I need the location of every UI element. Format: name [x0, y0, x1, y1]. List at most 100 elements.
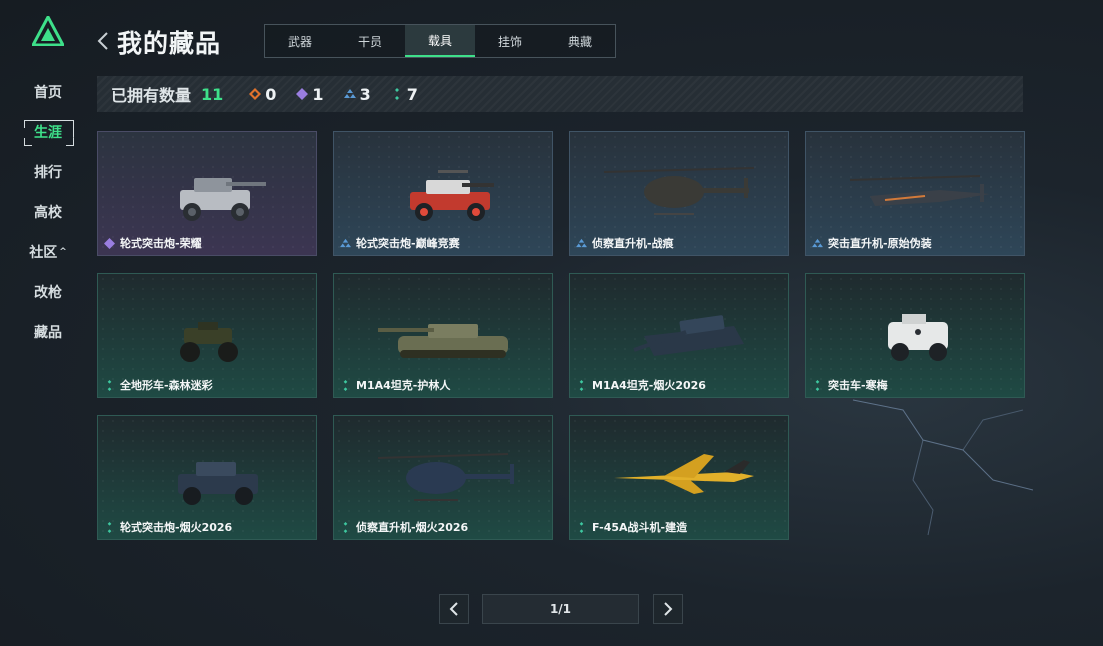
prev-page-button[interactable]	[439, 594, 469, 624]
stat-value: 0	[265, 84, 277, 104]
item-card[interactable]: 轮式突击炮-烟火2026	[97, 415, 317, 540]
attack-helicopter-icon	[849, 175, 990, 206]
scout-helicopter-icon	[377, 453, 514, 501]
app-logo-icon[interactable]	[32, 16, 64, 46]
item-card[interactable]: 突击车-寒梅	[805, 273, 1025, 398]
green-rarity-icon	[815, 379, 820, 391]
item-name-text: 轮式突击炮-烟火2026	[120, 521, 233, 534]
nav-label: 首页	[34, 85, 62, 101]
stat-value: 7	[406, 84, 418, 104]
item-card[interactable]: 轮式突击炮-荣耀	[97, 131, 317, 256]
nav-item-home[interactable]: 首页	[20, 72, 76, 112]
nav-label: 排行	[34, 165, 62, 181]
assault-vehicle-icon	[888, 314, 948, 361]
item-card[interactable]: F-45A战斗机-建造	[569, 415, 789, 540]
wheeled-assault-gun-icon	[178, 462, 258, 505]
green-rarity-icon	[394, 88, 399, 100]
item-name: 全地形车-森林迷彩	[104, 377, 213, 393]
item-name: 突击直升机-原始伪装	[812, 235, 932, 251]
purple-rarity-icon	[296, 88, 309, 100]
owned-count-total: 11	[201, 84, 224, 104]
item-name-text: 突击直升机-原始伪装	[828, 237, 932, 250]
blue-rarity-icon	[812, 238, 823, 247]
page-indicator: 1/1	[482, 594, 639, 624]
blue-rarity-icon	[343, 89, 356, 98]
green-rarity-icon	[579, 379, 584, 391]
item-name-text: M1A4坦克-烟火2026	[592, 379, 706, 392]
nav-item-career[interactable]: 生涯	[20, 112, 76, 152]
owned-count-label: 已拥有数量	[111, 86, 192, 105]
nav-label: 改枪	[34, 285, 62, 301]
tank-icon	[378, 324, 508, 358]
item-name-text: 轮式突击炮-荣耀	[120, 237, 202, 250]
nav-label: 藏品	[34, 325, 62, 341]
fighter-jet-icon	[614, 454, 754, 494]
next-page-button[interactable]	[653, 594, 683, 624]
tab-vehicles[interactable]: 载具	[405, 25, 475, 57]
item-name: 侦察直升机-战痕	[576, 235, 674, 251]
tank-icon	[633, 315, 744, 356]
orange-rarity-icon	[249, 88, 262, 100]
green-rarity-icon	[343, 521, 348, 533]
blue-rarity-icon	[340, 238, 351, 247]
nav-item-college[interactable]: 高校	[20, 192, 76, 232]
stat-orange: 0	[249, 85, 276, 104]
lightning-decoration	[852, 399, 1034, 536]
item-card[interactable]: 侦察直升机-烟火2026	[333, 415, 553, 540]
stat-blue: 3	[343, 84, 371, 104]
nav-item-community[interactable]: 社区 ^	[20, 232, 76, 272]
stat-green: 7	[391, 85, 418, 104]
nav-label: 高校	[34, 205, 62, 221]
chevron-left-icon	[449, 602, 458, 616]
item-name: 轮式突击炮-荣耀	[104, 235, 202, 251]
atv-icon	[180, 322, 238, 362]
blue-rarity-icon	[576, 238, 587, 247]
nav-item-collection[interactable]: 藏品	[20, 312, 76, 352]
nav-item-ranking[interactable]: 排行	[20, 152, 76, 192]
nav-label: 生涯	[34, 125, 62, 141]
item-card[interactable]: 侦察直升机-战痕	[569, 131, 789, 256]
chevron-right-icon	[664, 602, 673, 616]
item-card[interactable]: M1A4坦克-烟火2026	[569, 273, 789, 398]
item-name: F-45A战斗机-建造	[576, 519, 687, 535]
item-name: 侦察直升机-烟火2026	[340, 519, 468, 535]
item-name: M1A4坦克-烟火2026	[576, 377, 706, 393]
item-name-text: F-45A战斗机-建造	[592, 521, 688, 534]
item-name-text: 侦察直升机-烟火2026	[356, 521, 469, 534]
item-name: M1A4坦克-护林人	[340, 377, 450, 393]
sidebar-nav: 首页 生涯 排行 高校 社区 ^ 改枪 藏品	[20, 72, 76, 352]
item-name-text: 全地形车-森林迷彩	[120, 379, 213, 392]
tab-charms[interactable]: 挂饰	[475, 25, 545, 57]
item-name-text: 突击车-寒梅	[828, 379, 888, 392]
item-name-text: 侦察直升机-战痕	[592, 237, 674, 250]
page-title: 我的藏品	[117, 29, 222, 58]
tab-weapons[interactable]: 武器	[265, 25, 335, 57]
tab-collectibles[interactable]: 典藏	[545, 25, 615, 57]
wheeled-assault-gun-icon	[410, 170, 494, 221]
item-card[interactable]: 全地形车-森林迷彩	[97, 273, 317, 398]
item-card[interactable]: M1A4坦克-护林人	[333, 273, 553, 398]
item-name-text: 轮式突击炮-巅峰竞赛	[356, 237, 460, 250]
tab-operators[interactable]: 干员	[335, 25, 405, 57]
item-name: 突击车-寒梅	[812, 377, 888, 393]
nav-item-gunsmith[interactable]: 改枪	[20, 272, 76, 312]
green-rarity-icon	[343, 379, 348, 391]
green-rarity-icon	[107, 521, 112, 533]
item-name: 轮式突击炮-烟火2026	[104, 519, 232, 535]
chevron-up-icon: ^	[59, 247, 67, 257]
green-rarity-icon	[579, 521, 584, 533]
item-card[interactable]: 轮式突击炮-巅峰竞赛	[333, 131, 553, 256]
nav-label: 社区	[29, 245, 58, 261]
stat-purple: 1	[296, 85, 324, 104]
owned-stats-bar: 已拥有数量 11 0 1 3 7	[97, 76, 1023, 112]
back-chevron-icon[interactable]	[96, 30, 110, 52]
item-name-text: M1A4坦克-护林人	[356, 379, 451, 392]
stat-value: 3	[359, 84, 371, 104]
category-tabs: 武器 干员 载具 挂饰 典藏	[264, 24, 616, 58]
item-card[interactable]: 突击直升机-原始伪装	[805, 131, 1025, 256]
item-name: 轮式突击炮-巅峰竞赛	[340, 235, 460, 251]
green-rarity-icon	[107, 379, 112, 391]
purple-rarity-icon	[104, 237, 115, 249]
wheeled-assault-gun-icon	[180, 178, 266, 221]
scout-helicopter-icon	[603, 167, 755, 215]
